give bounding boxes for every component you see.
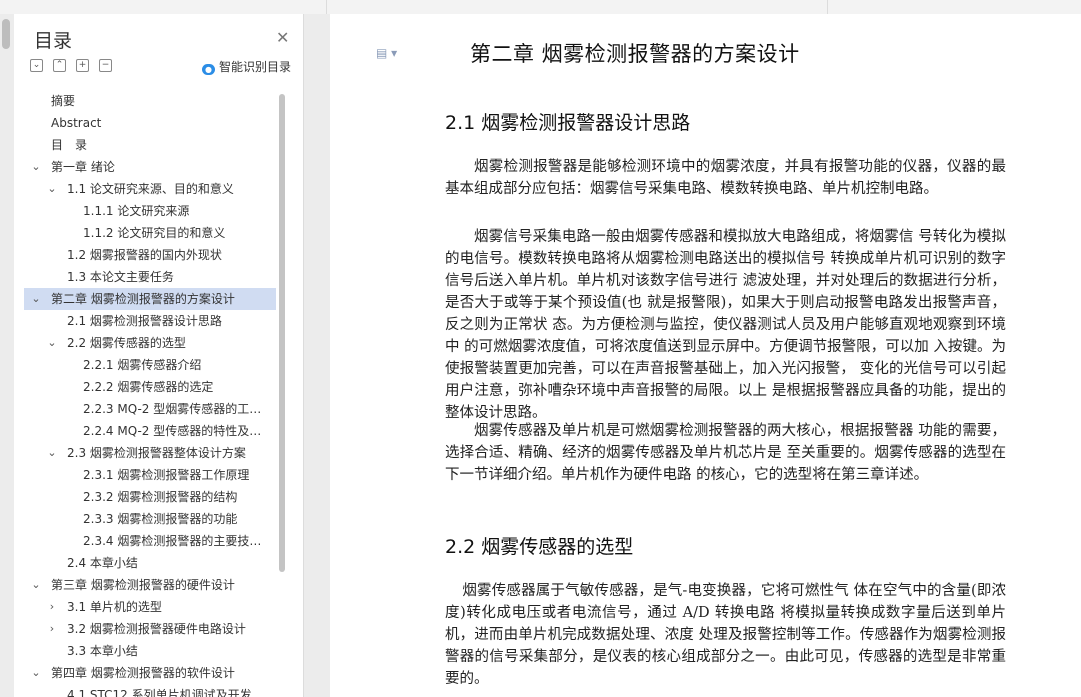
toc-title: 目录 [34,30,73,52]
toc-item-label: 2.3.4 烟雾检测报警器的主要技术指标 [83,534,272,548]
toc-item[interactable]: 1.3 本论文主要任务 [24,266,276,288]
toc-item-label: 摘要 [51,94,76,108]
body-paragraph: 烟雾传感器属于气敏传感器，是气-电变换器，它将可燃性气 体在空气中的含量(即浓度… [445,583,1006,687]
chevron-down-icon[interactable]: ⌄ [30,156,42,178]
chevron-down-icon[interactable]: ⌄ [30,662,42,684]
toc-item-label: 2.3.2 烟雾检测报警器的结构 [83,490,238,504]
toc-item-label: 2.3.1 烟雾检测报警器工作原理 [83,468,250,482]
toc-item[interactable]: 1.1.2 论文研究目的和意义 [24,222,276,244]
body-paragraph: 烟雾信号采集电路一般由烟雾传感器和模拟放大电路组成，将烟雾信 号转化为模拟的电信… [445,229,1006,421]
section-heading: 2.1 烟雾检测报警器设计思路 [445,112,691,134]
toc-item-label: 1.1.2 论文研究目的和意义 [83,226,226,240]
toc-item[interactable]: 2.2.4 MQ-2 型传感器的特性及主要参数 [24,420,276,442]
chevron-right-icon[interactable]: › [46,596,58,618]
toc-item[interactable]: ⌄ 第三章 烟雾检测报警器的硬件设计 [24,574,276,596]
page-outline-icon[interactable]: ▤ ▾ [376,46,397,60]
toc-item-label: 第一章 绪论 [51,160,115,174]
toc-item[interactable]: ⌄ 第二章 烟雾检测报警器的方案设计 [24,288,276,310]
expand-level-icon[interactable]: ⌃ [53,59,66,72]
toc-item[interactable]: 1.1.1 论文研究来源 [24,200,276,222]
toc-item-label: 2.1 烟雾检测报警器设计思路 [67,314,222,328]
toc-item[interactable]: 4.1 STC12 系列单片机调试及开发工具 [24,684,276,697]
chevron-right-icon[interactable]: › [46,618,58,640]
toc-item[interactable]: 2.1 烟雾检测报警器设计思路 [24,310,276,332]
toc-item[interactable]: ⌄ 第一章 绪论 [24,156,276,178]
section-heading: 2.2 烟雾传感器的选型 [445,536,634,558]
toc-item-label: 第二章 烟雾检测报警器的方案设计 [51,292,235,306]
chevron-down-icon[interactable]: ⌄ [46,442,58,464]
toc-item[interactable]: 2.2.3 MQ-2 型烟雾传感器的工作原理 [24,398,276,420]
toc-item[interactable]: 2.3.4 烟雾检测报警器的主要技术指标 [24,530,276,552]
chevron-down-icon[interactable]: ⌄ [46,332,58,354]
remove-heading-icon[interactable]: − [99,59,112,72]
toc-panel: 目录 ✕ ⌄ ⌃ + − ● 智能识别目录 摘要 Abstract 目 录 ⌄ 第一章 绪… [14,14,304,697]
top-strip-segment [327,0,828,14]
document-page: ▤ ▾ 第二章 烟雾检测报警器的方案设计 2.1 烟雾检测报警器设计思路 烟雾检… [330,14,1081,697]
body-paragraph: 烟雾检测报警器是能够检测环境中的烟雾浓度，并具有报警功能的仪器，仪器的最基本组成… [445,159,1006,197]
toc-item-label: 1.1 论文研究来源、目的和意义 [67,182,234,196]
toc-item-label: 2.2.4 MQ-2 型传感器的特性及主要参数 [83,424,272,438]
chevron-down-icon[interactable]: ⌄ [30,288,42,310]
toc-item-label: 2.2.2 烟雾传感器的选定 [83,380,214,394]
toc-item-label: 1.3 本论文主要任务 [67,270,174,284]
toc-item[interactable]: 2.3.3 烟雾检测报警器的功能 [24,508,276,530]
toc-item-label: 第三章 烟雾检测报警器的硬件设计 [51,578,235,592]
toc-item-label: Abstract [51,116,102,130]
toc-item-label: 目 录 [51,138,88,152]
toc-item[interactable]: 1.2 烟雾报警器的国内外现状 [24,244,276,266]
toc-item-label: 1.2 烟雾报警器的国内外现状 [67,248,222,262]
smart-recognize-icon: ● [202,64,215,75]
toc-item[interactable]: ⌄ 2.2 烟雾传感器的选型 [24,332,276,354]
toc-item-label: 2.3 烟雾检测报警器整体设计方案 [67,446,246,460]
toc-item[interactable]: › 3.1 单片机的选型 [24,596,276,618]
add-heading-icon[interactable]: + [76,59,89,72]
toc-item[interactable]: 2.2.1 烟雾传感器介绍 [24,354,276,376]
toc-item-label: 2.3.3 烟雾检测报警器的功能 [83,512,238,526]
toc-item[interactable]: 3.3 本章小结 [24,640,276,662]
toc-item[interactable]: 2.3.1 烟雾检测报警器工作原理 [24,464,276,486]
toc-item[interactable]: 目 录 [24,134,276,156]
chevron-down-icon[interactable]: ⌄ [46,178,58,200]
collapse-all-icon[interactable]: ⌄ [30,59,43,72]
toc-item-label: 2.2.3 MQ-2 型烟雾传感器的工作原理 [83,402,272,416]
toc-item-label: 4.1 STC12 系列单片机调试及开发工具 [67,688,272,697]
left-scroll-rail[interactable] [0,14,14,697]
toc-item-label: 3.2 烟雾检测报警器硬件电路设计 [67,622,246,636]
toc-item[interactable]: 2.4 本章小结 [24,552,276,574]
toc-item-label: 2.2 烟雾传感器的选型 [67,336,186,350]
toc-item-label: 2.2.1 烟雾传感器介绍 [83,358,202,372]
toc-item[interactable]: ⌄ 1.1 论文研究来源、目的和意义 [24,178,276,200]
toc-item-label: 3.3 本章小结 [67,644,138,658]
smart-toc-button[interactable]: ● 智能识别目录 [202,58,291,75]
toc-item[interactable]: ⌄ 2.3 烟雾检测报警器整体设计方案 [24,442,276,464]
toc-item[interactable]: 摘要 [24,90,276,112]
top-strip-segment [0,0,327,14]
toc-item-label: 2.4 本章小结 [67,556,138,570]
smart-toc-label: 智能识别目录 [219,60,292,74]
toc-item[interactable]: › 3.2 烟雾检测报警器硬件电路设计 [24,618,276,640]
toc-item[interactable]: 2.3.2 烟雾检测报警器的结构 [24,486,276,508]
toc-item[interactable]: Abstract [24,112,276,134]
toc-scrollbar[interactable] [279,94,285,572]
left-rail-thumb[interactable] [2,19,10,49]
toc-item-label: 3.1 单片机的选型 [67,600,162,614]
toc-item[interactable]: ⌄ 第四章 烟雾检测报警器的软件设计 [24,662,276,684]
chapter-title: 第二章 烟雾检测报警器的方案设计 [470,42,800,66]
body-paragraph: 烟雾传感器及单片机是可燃烟雾检测报警器的两大核心，根据报警器 功能的需要，选择合… [445,423,1006,483]
toc-item[interactable]: 2.2.2 烟雾传感器的选定 [24,376,276,398]
close-icon[interactable]: ✕ [276,28,289,47]
window-top-strip [0,0,1081,15]
document-area: ▤ ▾ 第二章 烟雾检测报警器的方案设计 2.1 烟雾检测报警器设计思路 烟雾检… [304,14,1081,697]
chevron-down-icon[interactable]: ⌄ [30,574,42,596]
toc-item-label: 1.1.1 论文研究来源 [83,204,190,218]
toc-list: 摘要 Abstract 目 录 ⌄ 第一章 绪论 ⌄ 1.1 论文研究来源、目的和意义 1.1… [24,90,286,697]
toc-item-label: 第四章 烟雾检测报警器的软件设计 [51,666,235,680]
